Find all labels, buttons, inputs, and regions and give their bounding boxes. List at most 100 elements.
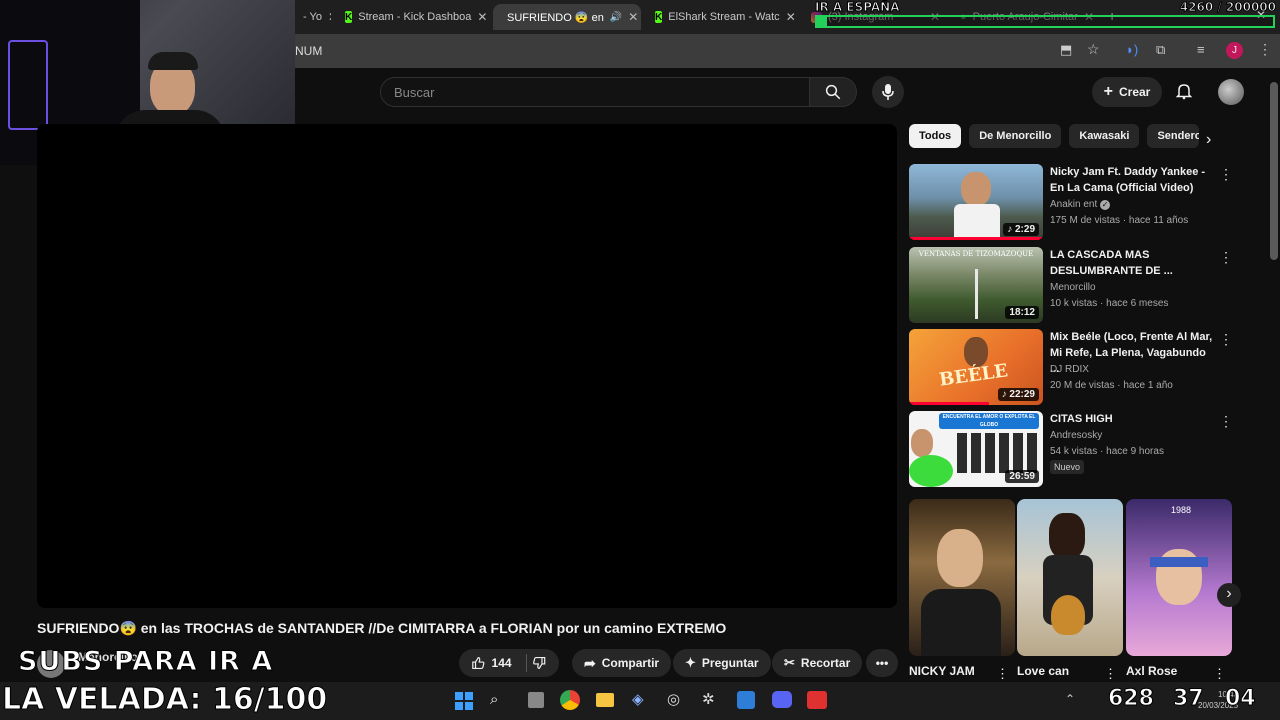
duration-text: 22:29 (1009, 389, 1035, 400)
thumbs-up-icon[interactable] (471, 655, 486, 671)
video-player[interactable] (37, 124, 897, 608)
stream-goal-overlay: IR A ESPAÑA 4260 / 200000 (815, 0, 1280, 30)
thumbnail-person-image (911, 429, 933, 457)
recommendation-item[interactable]: VENTANAS DE TIZOMAZOQUE 18:12 LA CASCADA… (909, 247, 1233, 323)
chip-kawasaki[interactable]: Kawasaki (1069, 124, 1140, 148)
recommendation-item[interactable]: ♪ 2:29 Nicky Jam Ft. Daddy Yankee - En L… (909, 164, 1233, 240)
media-queue-icon[interactable]: ≡ (1197, 42, 1205, 57)
video-thumbnail[interactable]: ENCUENTRA EL AMOR O EXPLOTA EL GLOBO 26:… (909, 411, 1043, 487)
audio-extension-icon[interactable]: ◗) (1126, 42, 1138, 57)
more-options-icon[interactable]: ⋮ (1219, 166, 1233, 183)
rec-channel[interactable]: Andresosky (1050, 430, 1102, 441)
scrollbar-thumb[interactable] (1270, 82, 1278, 260)
profile-avatar[interactable]: J (1226, 42, 1243, 59)
duration-text: 2:29 (1014, 224, 1035, 235)
more-options-icon[interactable]: ⋮ (1219, 413, 1233, 430)
tray-expand-icon[interactable]: ⌃ (1065, 692, 1075, 706)
short-person-image (1049, 513, 1085, 559)
tab-label: ElShark Stream - Watc (668, 11, 780, 23)
goal-progress-fill (817, 17, 827, 26)
windows-start-icon[interactable] (455, 692, 473, 710)
rec-meta: 10 k vistas · hace 6 meses (1050, 298, 1169, 309)
search-icon (825, 84, 841, 100)
bookmark-star-icon[interactable]: ☆ (1087, 41, 1100, 58)
user-avatar[interactable] (1218, 79, 1244, 105)
short-thumbnail[interactable] (1017, 499, 1123, 656)
like-dislike-group: 144 (459, 649, 559, 677)
more-options-icon[interactable]: ⋮ (1219, 249, 1233, 266)
voice-search-button[interactable] (872, 76, 904, 108)
more-actions-button[interactable]: ••• (866, 649, 898, 677)
chip-sendero[interactable]: Sendero (1147, 124, 1200, 148)
share-label: Compartir (601, 656, 660, 670)
short-thumbnail[interactable]: 1988 (1126, 499, 1232, 656)
video-thumbnail[interactable]: ♪ 2:29 (909, 164, 1043, 240)
rec-channel[interactable]: Anakin ent ✓ (1050, 199, 1111, 210)
create-button[interactable]: + Crear (1092, 77, 1162, 107)
recommendation-item[interactable]: BEÉLE ♪ 22:29 Mix Beéle (Loco, Frente Al… (909, 329, 1233, 405)
duration-badge: 18:12 (1005, 306, 1039, 319)
chevron-right-icon[interactable]: › (1206, 131, 1211, 149)
close-icon[interactable]: ✕ (628, 10, 638, 24)
tab-kick-dashboard[interactable]: K Stream - Kick Dashboa ✕ (337, 4, 487, 30)
close-icon[interactable]: ✕ (786, 10, 796, 24)
goal-count: 4260 / 200000 (1179, 0, 1276, 15)
speaker-icon[interactable]: 🔊 (610, 12, 622, 23)
more-options-icon[interactable]: ⋮ (996, 666, 1009, 682)
app-icon[interactable]: ◈ (632, 690, 644, 708)
short-title[interactable]: NICKY JAM (909, 664, 975, 678)
rec-channel[interactable]: DJ RDIX (1050, 364, 1089, 375)
address-bar-text[interactable]: NUM (295, 44, 322, 58)
thumbs-down-icon[interactable] (532, 655, 547, 671)
subs-goal-text: SUBS PARA IR A (17, 646, 274, 678)
short-title[interactable]: Love can (1017, 664, 1069, 678)
sparkle-icon: ✦ (685, 655, 696, 670)
close-icon[interactable]: ✕ (477, 10, 487, 24)
short-thumbnail[interactable] (909, 499, 1015, 656)
menu-kebab-icon[interactable]: ⋮ (1258, 41, 1272, 58)
rec-title[interactable]: LA CASCADA MAS DESLUMBRANTE DE ... (1050, 247, 1216, 279)
ask-label: Preguntar (701, 656, 759, 670)
tab-youtube-active[interactable]: SUFRIENDO 😨 en 🔊 ✕ (493, 4, 641, 30)
search-button[interactable] (809, 77, 857, 107)
more-options-icon[interactable]: ⋮ (1213, 666, 1226, 682)
app-icon[interactable] (807, 691, 827, 709)
share-button[interactable]: ➦ Compartir (572, 649, 672, 677)
chip-todos[interactable]: Todos (909, 124, 962, 148)
task-view-icon[interactable] (528, 692, 544, 708)
chip-menorcillo[interactable]: De Menorcillo (969, 124, 1062, 148)
tab-partial[interactable]: - Yo ✕ (295, 4, 331, 30)
rec-title[interactable]: Nicky Jam Ft. Daddy Yankee - En La Cama … (1050, 164, 1216, 196)
app-icon[interactable]: ✲ (702, 690, 715, 708)
search-icon[interactable]: ⌕ (490, 691, 498, 708)
discord-icon[interactable] (772, 691, 792, 708)
more-options-icon[interactable]: ⋮ (1219, 331, 1233, 348)
more-options-icon[interactable]: ⋮ (1104, 666, 1117, 682)
tab-elshark[interactable]: K ElShark Stream - Watc ✕ (647, 4, 797, 30)
shorts-next-button[interactable]: › (1217, 583, 1241, 607)
rec-title[interactable]: CITAS HIGH (1050, 411, 1216, 427)
divider (525, 654, 527, 672)
like-count[interactable]: 144 (492, 656, 512, 670)
recommendation-item[interactable]: ENCUENTRA EL AMOR O EXPLOTA EL GLOBO 26:… (909, 411, 1233, 487)
close-icon[interactable]: ✕ (328, 10, 331, 24)
video-thumbnail[interactable]: BEÉLE ♪ 22:29 (909, 329, 1043, 405)
share-arrow-icon: ➦ (584, 654, 596, 671)
ask-button[interactable]: ✦ Preguntar (673, 649, 771, 677)
extensions-icon[interactable]: ⧉ (1156, 42, 1165, 58)
more-horizontal-icon: ••• (875, 656, 889, 670)
app-icon[interactable] (737, 691, 755, 709)
file-explorer-icon[interactable] (596, 693, 614, 707)
obs-icon[interactable]: ◎ (667, 690, 680, 708)
clip-label: Recortar (800, 656, 851, 670)
filter-chips: Todos De Menorcillo Kawasaki Sendero (909, 124, 1229, 150)
search-input[interactable]: Buscar (380, 77, 810, 107)
video-thumbnail[interactable]: VENTANAS DE TIZOMAZOQUE 18:12 (909, 247, 1043, 323)
thumbnail-caption: VENTANAS DE TIZOMAZOQUE (918, 250, 1034, 258)
chrome-icon[interactable] (560, 690, 580, 710)
clip-button[interactable]: ✂ Recortar (772, 649, 863, 677)
install-app-icon[interactable]: ⬒ (1060, 42, 1072, 58)
notifications-bell-icon[interactable] (1175, 82, 1193, 105)
short-title[interactable]: Axl Rose (1126, 664, 1177, 678)
rec-channel[interactable]: Menorcillo (1050, 282, 1096, 293)
